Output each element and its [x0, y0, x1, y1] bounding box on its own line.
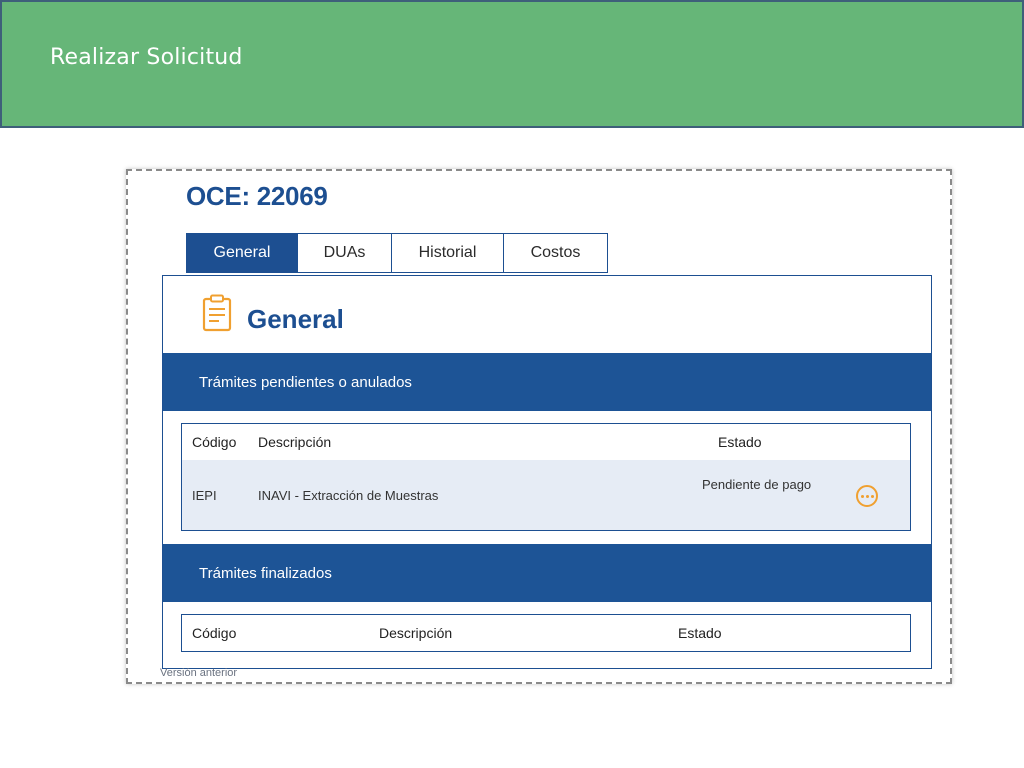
panel-title: General	[247, 304, 344, 334]
previous-version-link[interactable]: Versión anterior	[160, 667, 237, 679]
col-code: Código	[192, 625, 237, 641]
finished-section-header: Trámites finalizados	[163, 544, 931, 602]
col-description: Descripción	[258, 434, 332, 450]
pending-table: Código Descripción Estado IEPI INAVI - E…	[181, 423, 911, 531]
table-row[interactable]: IEPI INAVI - Extracción de Muestras Pend…	[182, 460, 910, 530]
more-options-icon[interactable]	[856, 485, 878, 507]
tab-general[interactable]: General	[186, 233, 298, 273]
panel-header: General	[201, 290, 344, 335]
finished-table-header: Código Descripción Estado	[182, 615, 910, 651]
tab-bar: General DUAs Historial Costos	[186, 233, 608, 275]
oce-title: OCE: 22069	[186, 181, 328, 211]
row-status: Pendiente de pago	[702, 477, 812, 492]
finished-table: Código Descripción Estado	[181, 614, 911, 652]
row-description: INAVI - Extracción de Muestras	[258, 488, 439, 503]
header-banner: Realizar Solicitud	[0, 0, 1024, 128]
tab-historial[interactable]: Historial	[392, 233, 504, 273]
col-code: Código	[192, 434, 237, 450]
row-code: IEPI	[192, 488, 217, 503]
clipboard-icon	[202, 294, 232, 331]
pending-section-header: Trámites pendientes o anulados	[163, 353, 931, 411]
pending-table-header: Código Descripción Estado	[182, 424, 910, 460]
col-status: Estado	[718, 434, 762, 450]
col-description: Descripción	[379, 625, 453, 641]
tab-duas[interactable]: DUAs	[298, 233, 392, 273]
col-status: Estado	[678, 625, 722, 641]
tab-costos[interactable]: Costos	[504, 233, 608, 273]
general-panel: General Trámites pendientes o anulados C…	[162, 275, 932, 669]
page-title: Realizar Solicitud	[50, 45, 243, 70]
screenshot-frame: OCE: 22069 General DUAs Historial Costos…	[126, 169, 952, 684]
